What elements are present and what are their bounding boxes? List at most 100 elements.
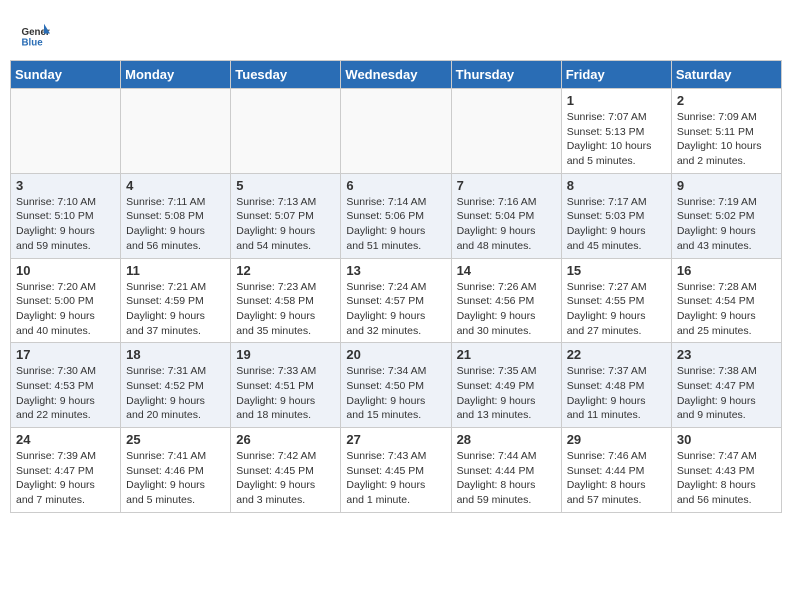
calendar-day-22: 22 Sunrise: 7:37 AM Sunset: 4:48 PM Dayli… <box>561 343 671 428</box>
calendar-week-4: 17Sunrise: 7:30 AM Sunset: 4:53 PM Dayli… <box>11 343 782 428</box>
calendar-day-27: 27 Sunrise: 7:43 AM Sunset: 4:45 PM Dayli… <box>341 428 451 513</box>
day-info: Sunrise: 7:07 AM Sunset: 5:13 PM Dayligh… <box>567 110 666 169</box>
calendar-day-5: 5 Sunrise: 7:13 AM Sunset: 5:07 PM Daylig… <box>231 173 341 258</box>
day-info: Sunrise: 7:16 AM Sunset: 5:04 PM Dayligh… <box>457 195 556 254</box>
calendar-day-7: 7 Sunrise: 7:16 AM Sunset: 5:04 PM Daylig… <box>451 173 561 258</box>
weekday-header-friday: Friday <box>561 61 671 89</box>
day-info: Sunrise: 7:24 AM Sunset: 4:57 PM Dayligh… <box>346 280 445 339</box>
calendar-empty <box>11 89 121 174</box>
day-info: Sunrise: 7:27 AM Sunset: 4:55 PM Dayligh… <box>567 280 666 339</box>
day-info: Sunrise: 7:17 AM Sunset: 5:03 PM Dayligh… <box>567 195 666 254</box>
calendar-day-14: 14 Sunrise: 7:26 AM Sunset: 4:56 PM Dayli… <box>451 258 561 343</box>
day-info: Sunrise: 7:10 AM Sunset: 5:10 PM Dayligh… <box>16 195 115 254</box>
day-info: Sunrise: 7:23 AM Sunset: 4:58 PM Dayligh… <box>236 280 335 339</box>
day-info: Sunrise: 7:26 AM Sunset: 4:56 PM Dayligh… <box>457 280 556 339</box>
calendar-day-26: 26 Sunrise: 7:42 AM Sunset: 4:45 PM Dayli… <box>231 428 341 513</box>
day-info: Sunrise: 7:39 AM Sunset: 4:47 PM Dayligh… <box>16 449 115 508</box>
calendar-day-1: 1Sunrise: 7:07 AM Sunset: 5:13 PM Daylig… <box>561 89 671 174</box>
day-info: Sunrise: 7:47 AM Sunset: 4:43 PM Dayligh… <box>677 449 776 508</box>
day-number: 30 <box>677 432 776 447</box>
calendar-day-23: 23Sunrise: 7:38 AM Sunset: 4:47 PM Dayli… <box>671 343 781 428</box>
calendar-empty <box>121 89 231 174</box>
calendar-day-30: 30 Sunrise: 7:47 AM Sunset: 4:43 PM Dayli… <box>671 428 781 513</box>
day-number: 26 <box>236 432 335 447</box>
day-number: 10 <box>16 263 115 278</box>
day-number: 18 <box>126 347 225 362</box>
day-info: Sunrise: 7:19 AM Sunset: 5:02 PM Dayligh… <box>677 195 776 254</box>
day-number: 25 <box>126 432 225 447</box>
day-number: 6 <box>346 178 445 193</box>
day-number: 11 <box>126 263 225 278</box>
calendar-day-16: 16 Sunrise: 7:28 AM Sunset: 4:54 PM Dayli… <box>671 258 781 343</box>
calendar-day-11: 11 Sunrise: 7:21 AM Sunset: 4:59 PM Dayli… <box>121 258 231 343</box>
calendar-day-6: 6Sunrise: 7:14 AM Sunset: 5:06 PM Daylig… <box>341 173 451 258</box>
svg-text:Blue: Blue <box>22 38 44 49</box>
day-number: 27 <box>346 432 445 447</box>
day-info: Sunrise: 7:43 AM Sunset: 4:45 PM Dayligh… <box>346 449 445 508</box>
day-info: Sunrise: 7:41 AM Sunset: 4:46 PM Dayligh… <box>126 449 225 508</box>
day-number: 16 <box>677 263 776 278</box>
weekday-header-saturday: Saturday <box>671 61 781 89</box>
calendar-week-1: 1Sunrise: 7:07 AM Sunset: 5:13 PM Daylig… <box>11 89 782 174</box>
day-info: Sunrise: 7:34 AM Sunset: 4:50 PM Dayligh… <box>346 364 445 423</box>
calendar-week-2: 3 Sunrise: 7:10 AM Sunset: 5:10 PM Daylig… <box>11 173 782 258</box>
day-number: 20 <box>346 347 445 362</box>
logo-icon: General Blue <box>20 20 50 50</box>
day-number: 22 <box>567 347 666 362</box>
weekday-header-sunday: Sunday <box>11 61 121 89</box>
day-info: Sunrise: 7:37 AM Sunset: 4:48 PM Dayligh… <box>567 364 666 423</box>
weekday-header-wednesday: Wednesday <box>341 61 451 89</box>
calendar-day-3: 3 Sunrise: 7:10 AM Sunset: 5:10 PM Daylig… <box>11 173 121 258</box>
day-info: Sunrise: 7:38 AM Sunset: 4:47 PM Dayligh… <box>677 364 776 423</box>
day-info: Sunrise: 7:31 AM Sunset: 4:52 PM Dayligh… <box>126 364 225 423</box>
day-number: 9 <box>677 178 776 193</box>
day-info: Sunrise: 7:20 AM Sunset: 5:00 PM Dayligh… <box>16 280 115 339</box>
calendar-day-8: 8 Sunrise: 7:17 AM Sunset: 5:03 PM Daylig… <box>561 173 671 258</box>
day-number: 4 <box>126 178 225 193</box>
logo: General Blue <box>20 20 50 50</box>
day-number: 7 <box>457 178 556 193</box>
calendar-week-3: 10 Sunrise: 7:20 AM Sunset: 5:00 PM Dayli… <box>11 258 782 343</box>
calendar-day-25: 25 Sunrise: 7:41 AM Sunset: 4:46 PM Dayli… <box>121 428 231 513</box>
calendar-day-24: 24 Sunrise: 7:39 AM Sunset: 4:47 PM Dayli… <box>11 428 121 513</box>
day-info: Sunrise: 7:13 AM Sunset: 5:07 PM Dayligh… <box>236 195 335 254</box>
calendar-empty <box>231 89 341 174</box>
calendar-day-10: 10 Sunrise: 7:20 AM Sunset: 5:00 PM Dayli… <box>11 258 121 343</box>
calendar-day-12: 12 Sunrise: 7:23 AM Sunset: 4:58 PM Dayli… <box>231 258 341 343</box>
day-number: 8 <box>567 178 666 193</box>
calendar-day-17: 17Sunrise: 7:30 AM Sunset: 4:53 PM Dayli… <box>11 343 121 428</box>
calendar-table: SundayMondayTuesdayWednesdayThursdayFrid… <box>10 60 782 513</box>
calendar-week-5: 24 Sunrise: 7:39 AM Sunset: 4:47 PM Dayli… <box>11 428 782 513</box>
day-info: Sunrise: 7:46 AM Sunset: 4:44 PM Dayligh… <box>567 449 666 508</box>
calendar-header-row: SundayMondayTuesdayWednesdayThursdayFrid… <box>11 61 782 89</box>
day-info: Sunrise: 7:44 AM Sunset: 4:44 PM Dayligh… <box>457 449 556 508</box>
day-info: Sunrise: 7:30 AM Sunset: 4:53 PM Dayligh… <box>16 364 115 423</box>
calendar-day-15: 15Sunrise: 7:27 AM Sunset: 4:55 PM Dayli… <box>561 258 671 343</box>
day-info: Sunrise: 7:11 AM Sunset: 5:08 PM Dayligh… <box>126 195 225 254</box>
calendar-day-13: 13 Sunrise: 7:24 AM Sunset: 4:57 PM Dayli… <box>341 258 451 343</box>
calendar-day-28: 28 Sunrise: 7:44 AM Sunset: 4:44 PM Dayli… <box>451 428 561 513</box>
weekday-header-monday: Monday <box>121 61 231 89</box>
calendar-empty <box>451 89 561 174</box>
calendar-day-29: 29 Sunrise: 7:46 AM Sunset: 4:44 PM Dayli… <box>561 428 671 513</box>
calendar-day-9: 9 Sunrise: 7:19 AM Sunset: 5:02 PM Daylig… <box>671 173 781 258</box>
calendar-day-20: 20 Sunrise: 7:34 AM Sunset: 4:50 PM Dayli… <box>341 343 451 428</box>
day-info: Sunrise: 7:28 AM Sunset: 4:54 PM Dayligh… <box>677 280 776 339</box>
day-info: Sunrise: 7:09 AM Sunset: 5:11 PM Dayligh… <box>677 110 776 169</box>
calendar-empty <box>341 89 451 174</box>
day-info: Sunrise: 7:21 AM Sunset: 4:59 PM Dayligh… <box>126 280 225 339</box>
day-number: 3 <box>16 178 115 193</box>
weekday-header-thursday: Thursday <box>451 61 561 89</box>
calendar-day-19: 19Sunrise: 7:33 AM Sunset: 4:51 PM Dayli… <box>231 343 341 428</box>
day-number: 13 <box>346 263 445 278</box>
day-number: 14 <box>457 263 556 278</box>
day-number: 24 <box>16 432 115 447</box>
day-number: 28 <box>457 432 556 447</box>
day-number: 5 <box>236 178 335 193</box>
day-number: 12 <box>236 263 335 278</box>
day-number: 19 <box>236 347 335 362</box>
day-info: Sunrise: 7:42 AM Sunset: 4:45 PM Dayligh… <box>236 449 335 508</box>
day-number: 21 <box>457 347 556 362</box>
day-number: 2 <box>677 93 776 108</box>
day-number: 29 <box>567 432 666 447</box>
